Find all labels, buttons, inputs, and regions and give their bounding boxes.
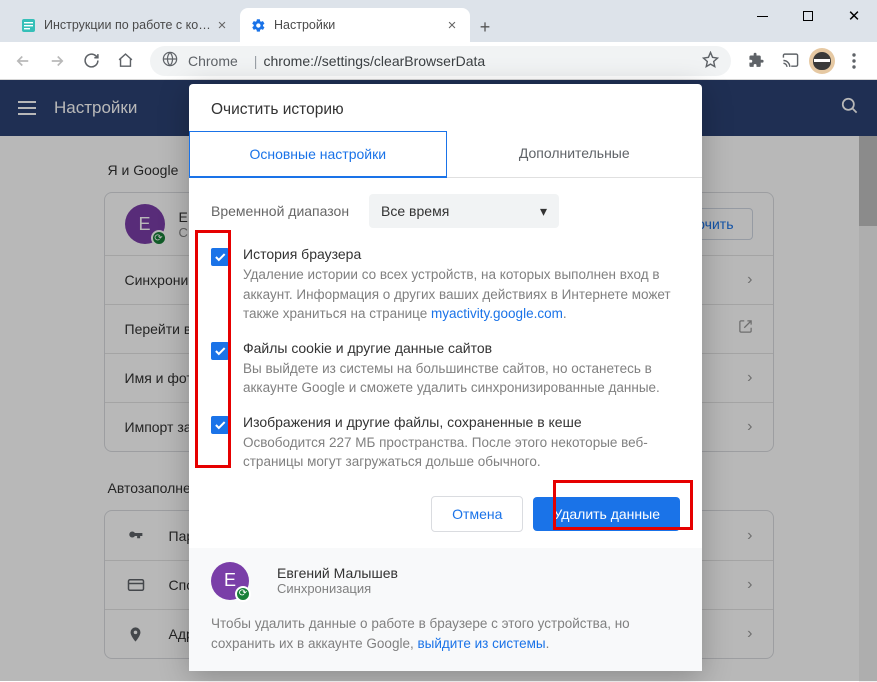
check-item-desc: Вы выйдете из системы на большинстве сай… <box>243 359 680 398</box>
checkbox-row-browsing-history: История браузера Удаление истории со все… <box>189 238 702 332</box>
checkbox-cache[interactable] <box>211 416 229 434</box>
dialog-title: Очистить историю <box>189 84 702 131</box>
tab-basic[interactable]: Основные настройки <box>189 131 447 178</box>
window-minimize[interactable] <box>739 0 785 32</box>
tab-title: Инструкции по работе с компь <box>44 18 214 32</box>
address-bar[interactable]: Chrome | chrome://settings/clearBrowserD… <box>150 46 731 76</box>
site-info-icon[interactable] <box>162 51 178 70</box>
user-avatar: Е⟳ <box>211 562 249 600</box>
tab-close-icon[interactable]: × <box>214 17 230 34</box>
time-range-select[interactable]: Все время ▾ <box>369 194 559 228</box>
user-sync-status: Синхронизация <box>277 581 398 596</box>
url-scheme: Chrome <box>188 53 246 69</box>
back-button[interactable] <box>8 46 38 76</box>
sync-badge-icon: ⟳ <box>235 586 251 602</box>
checkbox-row-cookies: Файлы cookie и другие данные сайтов Вы в… <box>189 332 702 406</box>
check-item-desc: Освободится 227 МБ пространства. После э… <box>243 433 680 472</box>
sync-user-section: Е⟳ Евгений Малышев Синхронизация <box>189 548 702 614</box>
tab-favicon-doc-icon <box>20 17 36 33</box>
dropdown-caret-icon: ▾ <box>540 203 547 220</box>
tab-title: Настройки <box>274 18 444 32</box>
time-range-label: Временной диапазон <box>211 203 349 219</box>
check-item-title: История браузера <box>243 246 680 262</box>
check-item-title: Изображения и другие файлы, сохраненные … <box>243 414 680 430</box>
check-item-desc: Удаление истории со всех устройств, на к… <box>243 265 680 324</box>
check-item-title: Файлы cookie и другие данные сайтов <box>243 340 680 356</box>
checkbox-browsing-history[interactable] <box>211 248 229 266</box>
profile-avatar[interactable] <box>809 48 835 74</box>
user-name: Евгений Малышев <box>277 565 398 581</box>
time-range-value: Все время <box>381 203 449 219</box>
dialog-tabs: Основные настройки Дополнительные <box>189 131 702 178</box>
new-tab-button[interactable]: + <box>470 12 500 42</box>
confirm-delete-button[interactable]: Удалить данные <box>533 497 680 531</box>
window-close[interactable]: ✕ <box>831 0 877 32</box>
browser-tab-0[interactable]: Инструкции по работе с компь × <box>10 8 240 42</box>
checkbox-row-cache: Изображения и другие файлы, сохраненные … <box>189 406 702 480</box>
myactivity-link[interactable]: myactivity.google.com <box>431 306 563 321</box>
reload-button[interactable] <box>76 46 106 76</box>
cancel-button[interactable]: Отмена <box>431 496 523 532</box>
sync-footer-note: Чтобы удалить данные о работе в браузере… <box>189 614 702 671</box>
tab-close-icon[interactable]: × <box>444 17 460 34</box>
tab-favicon-gear-icon <box>250 17 266 33</box>
sign-out-link[interactable]: выйдите из системы <box>417 636 545 651</box>
forward-button[interactable] <box>42 46 72 76</box>
window-maximize[interactable] <box>785 0 831 32</box>
url-text: chrome://settings/clearBrowserData <box>263 53 485 69</box>
cast-icon[interactable] <box>775 46 805 76</box>
home-button[interactable] <box>110 46 140 76</box>
browser-toolbar: Chrome | chrome://settings/clearBrowserD… <box>0 42 877 80</box>
clear-browsing-data-dialog: Очистить историю Основные настройки Допо… <box>189 84 702 671</box>
browser-tab-1[interactable]: Настройки × <box>240 8 470 42</box>
bookmark-star-icon[interactable] <box>702 51 719 71</box>
extensions-icon[interactable] <box>741 46 771 76</box>
checkbox-cookies[interactable] <box>211 342 229 360</box>
tab-advanced[interactable]: Дополнительные <box>447 131 703 177</box>
chrome-menu-icon[interactable] <box>839 53 869 69</box>
